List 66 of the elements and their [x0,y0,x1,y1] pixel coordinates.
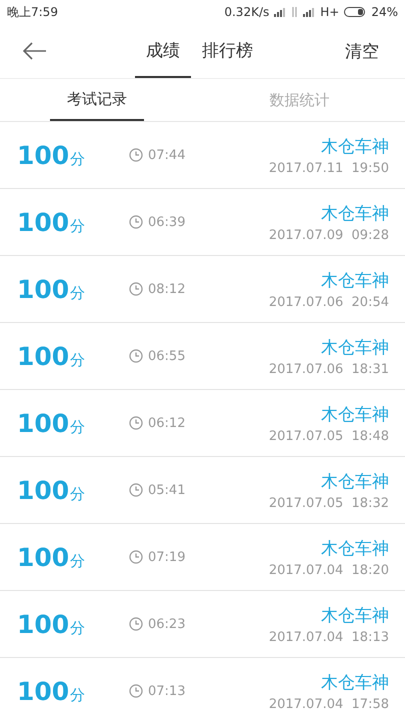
clock-icon [129,416,143,430]
clock-icon [129,349,143,363]
exam-date: 2017.07.04 18:20 [268,562,389,578]
exam-duration: 06:23 [148,616,186,632]
user-name: 木仓车神 [321,202,389,224]
score-value: 100 [17,342,70,370]
clock-icon [129,550,143,564]
signal-icon [303,8,316,16]
user-name: 木仓车神 [321,136,389,158]
score-unit: 分 [70,350,86,370]
network-speed: 0.32K/s [224,5,270,19]
clock-icon [129,215,143,229]
exam-duration: 07:19 [148,550,186,564]
network-type: H+ [320,5,340,19]
score-value: 100 [17,676,70,706]
signal-icon [274,8,286,16]
exam-duration: 06:55 [148,348,186,364]
exam-date: 2017.07.05 18:48 [268,428,389,444]
clock-icon [129,483,143,497]
exam-duration: 08:12 [148,282,186,296]
subtab[interactable]: 考试记录 [50,79,144,121]
exam-date: 2017.07.06 18:31 [268,362,389,376]
exam-date: 2017.07.04 18:13 [268,630,389,644]
score-unit: 分 [70,216,86,236]
score-unit: 分 [70,418,86,436]
exam-duration: 05:41 [148,482,186,498]
exam-date: 2017.07.09 09:28 [268,228,389,242]
exam-date: 2017.07.11 19:50 [268,160,389,176]
exam-date: 2017.07.04 17:58 [268,696,389,712]
user-name: 木仓车神 [321,270,389,292]
score-value: 100 [17,140,70,170]
score-value: 100 [17,408,70,438]
exam-duration: 06:39 [148,214,186,230]
score-unit: 分 [70,150,86,168]
score-value: 100 [17,274,70,304]
exam-date: 2017.07.05 18:32 [268,496,389,510]
exam-duration: 07:13 [148,684,186,698]
score-unit: 分 [70,552,86,570]
score-unit: 分 [70,686,86,704]
battery-icon [344,7,366,17]
score-unit: 分 [70,618,86,638]
user-name: 木仓车神 [321,470,389,492]
exam-duration: 06:12 [148,416,186,430]
score-value: 100 [17,476,70,504]
user-name: 木仓车神 [321,336,389,358]
battery-level: 24% [371,5,398,19]
user-name: 木仓车神 [321,604,389,626]
user-name: 木仓车神 [321,538,389,560]
user-name: 木仓车神 [321,672,389,694]
nav-tab[interactable]: 排行榜 [191,24,264,78]
user-name: 木仓车神 [321,404,389,426]
clock-icon [129,148,143,162]
clear-button[interactable]: 清空 [339,38,385,64]
exam-date: 2017.07.06 20:54 [268,294,389,310]
score-value: 100 [17,208,70,236]
clock-icon [129,684,143,698]
status-time: 晚上7:59 [7,4,58,20]
clock-icon [129,282,143,296]
clock-icon [129,617,143,631]
score-value: 100 [17,610,70,638]
exam-duration: 07:44 [148,148,186,162]
score-unit: 分 [70,484,86,504]
score-value: 100 [17,542,70,572]
nav-tab[interactable]: 成绩 [135,24,191,78]
score-unit: 分 [70,284,86,302]
back-icon[interactable] [23,42,47,60]
